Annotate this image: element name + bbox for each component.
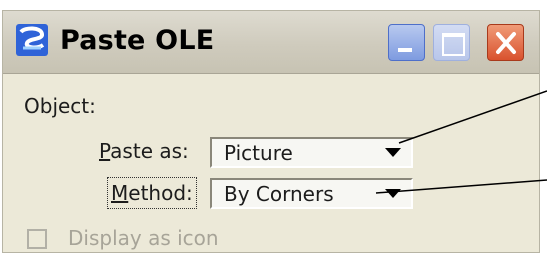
method-label-rest: ethod: bbox=[128, 181, 193, 205]
paste-as-value: Picture bbox=[224, 141, 293, 165]
paste-ole-dialog: Paste OLE Object: Paste as: Picture Meth… bbox=[2, 10, 540, 253]
close-button[interactable] bbox=[487, 24, 524, 61]
method-dropdown[interactable]: By Corners bbox=[210, 178, 413, 209]
minimize-button[interactable] bbox=[388, 24, 425, 61]
display-as-icon-label: Display as icon bbox=[68, 226, 219, 250]
paste-as-dropdown[interactable]: Picture bbox=[210, 137, 413, 168]
close-icon bbox=[496, 32, 516, 54]
maximize-button[interactable] bbox=[433, 24, 470, 61]
paste-as-label: Paste as: bbox=[99, 139, 189, 163]
method-label: Method: bbox=[111, 178, 193, 208]
paste-as-label-rest: aste as: bbox=[110, 139, 189, 163]
maximize-icon bbox=[442, 33, 465, 56]
method-value: By Corners bbox=[224, 182, 334, 206]
paste-as-mnemonic: P bbox=[99, 139, 111, 163]
minimize-icon bbox=[398, 48, 412, 52]
title-bar[interactable]: Paste OLE bbox=[3, 11, 539, 74]
window-title: Paste OLE bbox=[60, 25, 215, 56]
method-mnemonic: M bbox=[111, 181, 129, 205]
dropdown-arrow-icon[interactable] bbox=[385, 189, 401, 198]
method-label-focus: Method: bbox=[107, 177, 197, 209]
dropdown-arrow-icon[interactable] bbox=[385, 148, 401, 157]
display-as-icon-checkbox[interactable] bbox=[27, 229, 47, 249]
app-icon bbox=[16, 24, 48, 56]
object-group-label: Object: bbox=[24, 94, 96, 118]
